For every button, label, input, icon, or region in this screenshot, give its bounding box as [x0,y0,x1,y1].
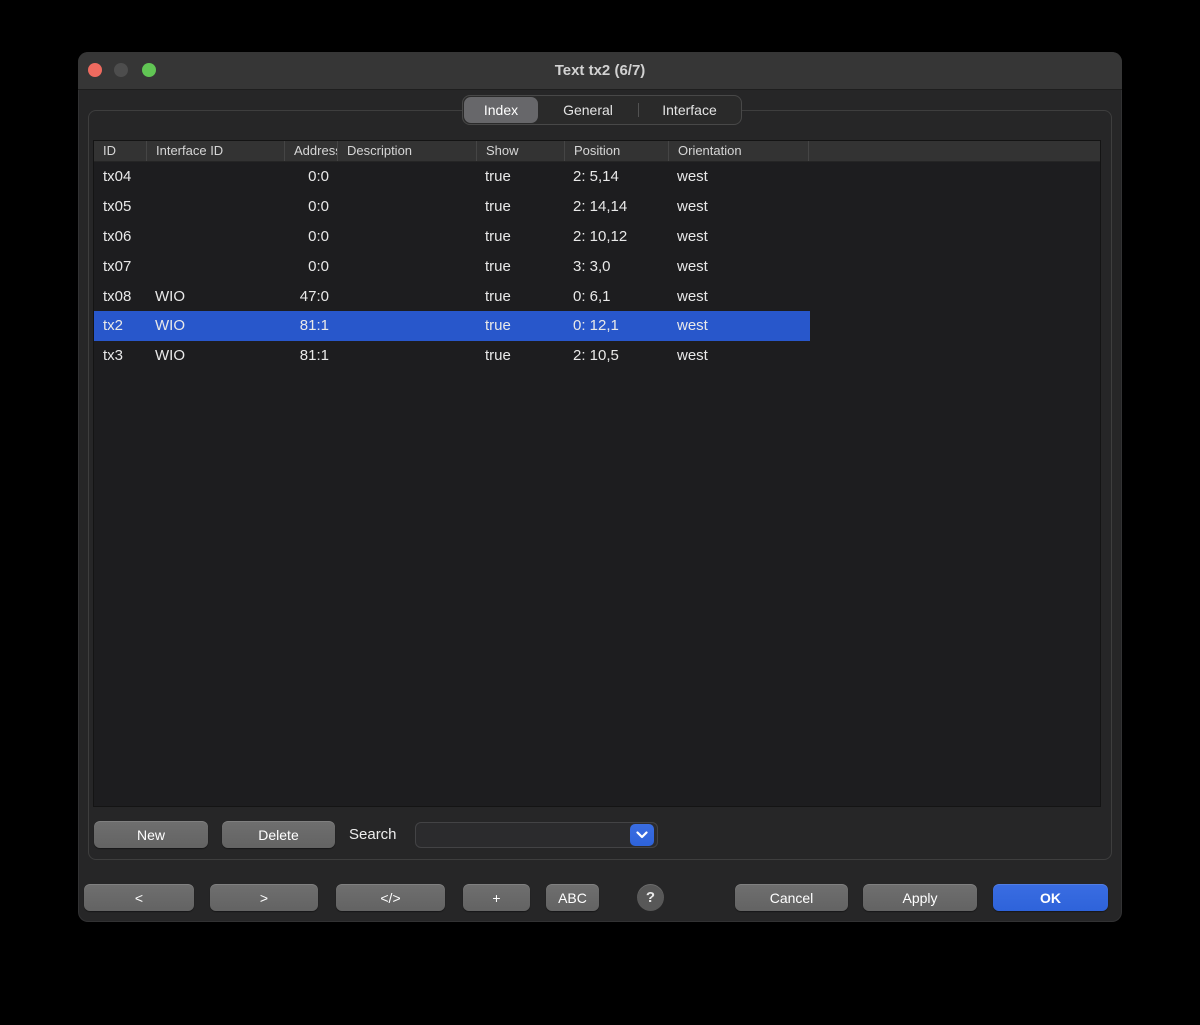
cell-description [338,222,477,252]
cell-address: 0:0 [285,162,338,192]
cell-orientation: west [669,311,809,341]
ok-button[interactable]: OK [993,884,1108,911]
cell-address: 81:1 [285,341,338,371]
cell-description [338,311,477,341]
cell-empty [809,311,1100,341]
cell-orientation: west [669,222,809,252]
previous-object-button[interactable]: < [84,884,194,911]
tab-bar: Index General Interface [462,95,742,125]
window-title: Text tx2 (6/7) [78,52,1122,90]
table-row[interactable]: tx05 0:0 true 2: 14,14 west [94,192,1100,222]
cell-show: true [477,311,565,341]
column-header-empty [809,141,1100,161]
cell-interface-id: WIO [147,281,285,311]
column-header-address[interactable]: Address [285,141,338,161]
cell-position: 2: 10,5 [565,341,669,371]
tab-interface[interactable]: Interface [639,97,740,123]
new-button[interactable]: New [94,821,208,848]
cell-show: true [477,222,565,252]
cell-show: true [477,251,565,281]
cell-empty [809,222,1100,252]
search-label: Search [349,821,397,848]
tab-general[interactable]: General [538,97,638,123]
table-body: tx04 0:0 true 2: 5,14 west tx05 0:0 true… [94,162,1100,371]
objects-table: ID Interface ID Address Description Show… [93,140,1101,807]
cell-id: tx08 [94,281,147,311]
cell-description [338,162,477,192]
cell-interface-id [147,162,285,192]
cell-interface-id [147,222,285,252]
cell-position: 0: 6,1 [565,281,669,311]
cell-show: true [477,281,565,311]
cell-orientation: west [669,251,809,281]
cell-interface-id: WIO [147,311,285,341]
cell-empty [809,281,1100,311]
cell-description [338,251,477,281]
cell-orientation: west [669,192,809,222]
table-row[interactable]: tx2 WIO 81:1 true 0: 12,1 west [94,311,1100,341]
cell-interface-id [147,192,285,222]
cell-position: 2: 5,14 [565,162,669,192]
cell-empty [809,251,1100,281]
cell-id: tx2 [94,311,147,341]
cell-position: 2: 10,12 [565,222,669,252]
search-dropdown-button[interactable] [630,824,654,846]
table-row[interactable]: tx04 0:0 true 2: 5,14 west [94,162,1100,192]
column-header-description[interactable]: Description [338,141,477,161]
add-button[interactable]: + [463,884,530,911]
column-header-show[interactable]: Show [477,141,565,161]
cell-interface-id: WIO [147,341,285,371]
cell-description [338,192,477,222]
cell-description [338,281,477,311]
cancel-button[interactable]: Cancel [735,884,848,911]
cell-empty [809,162,1100,192]
cell-orientation: west [669,341,809,371]
titlebar[interactable]: Text tx2 (6/7) [78,52,1122,90]
cell-show: true [477,341,565,371]
delete-button[interactable]: Delete [222,821,335,848]
cell-position: 3: 3,0 [565,251,669,281]
cell-address: 0:0 [285,222,338,252]
dialog-window: Text tx2 (6/7) Index General Interface I… [78,52,1122,922]
cell-address: 47:0 [285,281,338,311]
chevron-down-icon [636,831,648,839]
cell-orientation: west [669,281,809,311]
cell-address: 0:0 [285,251,338,281]
cell-id: tx06 [94,222,147,252]
cell-position: 0: 12,1 [565,311,669,341]
apply-button[interactable]: Apply [863,884,977,911]
tab-pane: ID Interface ID Address Description Show… [88,110,1112,860]
table-row[interactable]: tx06 0:0 true 2: 10,12 west [94,222,1100,252]
column-header-interface-id[interactable]: Interface ID [147,141,285,161]
table-row[interactable]: tx07 0:0 true 3: 3,0 west [94,251,1100,281]
column-header-position[interactable]: Position [565,141,669,161]
cell-position: 2: 14,14 [565,192,669,222]
table-row[interactable]: tx3 WIO 81:1 true 2: 10,5 west [94,341,1100,371]
table-header-row: ID Interface ID Address Description Show… [94,141,1100,162]
cell-interface-id [147,251,285,281]
cell-address: 0:0 [285,192,338,222]
next-object-button[interactable]: > [210,884,318,911]
cell-description [338,341,477,371]
help-button[interactable]: ? [637,884,664,911]
cell-orientation: west [669,162,809,192]
cell-empty [809,192,1100,222]
column-header-id[interactable]: ID [94,141,147,161]
cell-show: true [477,162,565,192]
cell-id: tx07 [94,251,147,281]
cell-address: 81:1 [285,311,338,341]
table-row[interactable]: tx08 WIO 47:0 true 0: 6,1 west [94,281,1100,311]
search-combobox[interactable] [415,822,658,848]
cell-empty [809,341,1100,371]
abc-button[interactable]: ABC [546,884,599,911]
cell-id: tx05 [94,192,147,222]
code-view-button[interactable]: </> [336,884,445,911]
tab-index[interactable]: Index [464,97,538,123]
cell-id: tx3 [94,341,147,371]
cell-id: tx04 [94,162,147,192]
desktop-background: Text tx2 (6/7) Index General Interface I… [0,0,1200,1025]
column-header-orientation[interactable]: Orientation [669,141,809,161]
cell-show: true [477,192,565,222]
